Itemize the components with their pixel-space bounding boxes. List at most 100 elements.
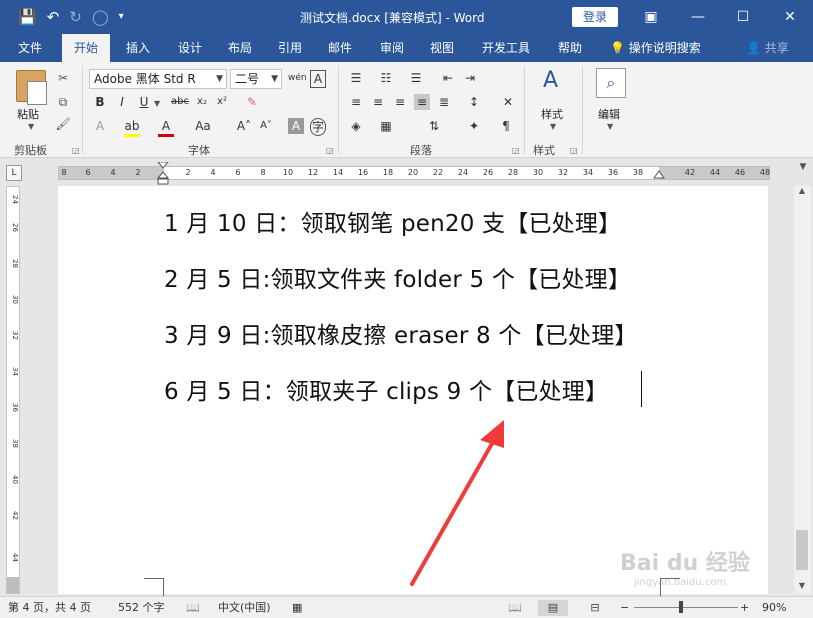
italic-icon[interactable]: I — [114, 94, 130, 110]
scroll-up-icon[interactable]: ▲ — [796, 186, 808, 195]
indent-marker-icon[interactable] — [156, 162, 170, 188]
enclose-characters-icon[interactable]: 字 — [310, 118, 326, 136]
maximize-icon[interactable]: ☐ — [733, 8, 753, 26]
tab-help[interactable]: 帮助 — [550, 34, 590, 62]
align-left-icon[interactable]: ≡ — [348, 94, 364, 110]
asian-layout-icon[interactable]: ✦ — [466, 118, 482, 134]
macro-recording-icon[interactable]: ▦ — [292, 600, 302, 616]
clipboard-launcher-icon[interactable]: ◲ — [72, 146, 80, 155]
format-painter-icon[interactable]: 🖌 — [54, 116, 72, 132]
paragraph-launcher-icon[interactable]: ◲ — [512, 146, 520, 155]
align-center-icon[interactable]: ≡ — [370, 94, 386, 110]
sort-icon[interactable]: ⇅ — [426, 118, 442, 134]
zoom-level[interactable]: 90% — [762, 600, 786, 616]
language[interactable]: 中文(中国) — [218, 600, 271, 616]
ribbon-display-icon[interactable]: ▣ — [641, 8, 661, 26]
editing-label[interactable]: 编辑 — [598, 106, 620, 122]
read-mode-icon[interactable]: 📖 — [506, 600, 524, 616]
tab-layout[interactable]: 布局 — [220, 34, 260, 62]
underline-icon[interactable]: U — [136, 94, 152, 110]
styles-dropdown-icon[interactable]: ▼ — [550, 122, 556, 131]
editing-dropdown-icon[interactable]: ▼ — [607, 122, 613, 131]
vertical-scrollbar[interactable]: ▲ ▼ — [794, 186, 811, 594]
web-layout-icon[interactable]: ⊟ — [586, 600, 604, 616]
document-page[interactable]: 1 月 10 日：领取钢笔 pen20 支【已处理】 2 月 5 日:领取文件夹… — [58, 186, 768, 596]
save-icon[interactable]: 💾 — [18, 7, 37, 27]
scrollbar-thumb[interactable] — [796, 530, 808, 570]
tab-mailings[interactable]: 邮件 — [320, 34, 360, 62]
decrease-indent-icon[interactable]: ⇤ — [440, 70, 456, 86]
tab-developer[interactable]: 开发工具 — [476, 34, 536, 62]
subscript-icon[interactable]: x₂ — [194, 94, 210, 110]
chinese-layout-icon[interactable]: ✕ — [500, 94, 516, 110]
login-button[interactable]: 登录 — [572, 7, 618, 27]
copy-icon[interactable]: ⧉ — [54, 94, 72, 110]
font-color-icon[interactable]: A — [158, 118, 174, 137]
styles-label[interactable]: 样式 — [541, 106, 563, 122]
view-ruler-icon[interactable]: ▼ — [796, 162, 810, 174]
superscript-icon[interactable]: x² — [214, 94, 230, 110]
document-line[interactable]: 3 月 9 日:领取橡皮擦 eraser 8 个【已处理】 — [164, 316, 638, 350]
tab-home[interactable]: 开始 — [62, 34, 110, 62]
close-icon[interactable]: ✕ — [780, 8, 800, 26]
show-marks-icon[interactable]: ¶ — [498, 118, 514, 134]
zoom-out-icon[interactable]: − — [620, 600, 629, 616]
search-icon[interactable]: ⌕ — [596, 68, 626, 98]
share-button[interactable]: 👤 共享 — [746, 34, 789, 62]
shrink-font-icon[interactable]: A˅ — [258, 118, 274, 134]
undo-icon[interactable]: ↶ — [47, 7, 60, 27]
tell-me-search[interactable]: 💡 操作说明搜索 — [610, 34, 701, 62]
character-shading-icon[interactable]: A — [288, 118, 304, 134]
bullets-icon[interactable]: ☰ — [348, 70, 364, 86]
document-line[interactable]: 1 月 10 日：领取钢笔 pen20 支【已处理】 — [164, 204, 621, 238]
change-case-icon[interactable]: Aa — [192, 118, 214, 134]
distributed-icon[interactable]: ≣ — [436, 94, 452, 110]
right-indent-marker-icon[interactable] — [652, 170, 666, 184]
paste-label[interactable]: 粘贴 — [17, 106, 39, 122]
justify-icon[interactable]: ≡ — [414, 94, 430, 110]
phonetic-guide-icon[interactable]: wén — [288, 70, 307, 86]
scroll-down-icon[interactable]: ▼ — [796, 581, 808, 590]
page-count[interactable]: 第 4 页，共 4 页 — [8, 600, 91, 616]
document-line[interactable]: 6 月 5 日：领取夹子 clips 9 个【已处理】 — [164, 372, 608, 406]
font-size-dropdown[interactable]: 二号 ▼ — [230, 69, 282, 89]
redo-icon[interactable]: ↻ — [69, 7, 82, 27]
tab-review[interactable]: 审阅 — [372, 34, 412, 62]
bold-icon[interactable]: B — [92, 94, 108, 110]
tab-insert[interactable]: 插入 — [118, 34, 158, 62]
cut-icon[interactable]: ✂ — [54, 70, 72, 86]
zoom-in-icon[interactable]: + — [740, 600, 749, 616]
minimize-icon[interactable]: — — [688, 8, 708, 26]
text-effects-icon[interactable]: A — [92, 118, 108, 134]
tab-references[interactable]: 引用 — [270, 34, 310, 62]
increase-indent-icon[interactable]: ⇥ — [462, 70, 478, 86]
multilevel-list-icon[interactable]: ☰ — [408, 70, 424, 86]
vertical-ruler[interactable]: 24 26 28 30 32 34 36 38 40 42 44 — [6, 186, 20, 594]
paste-icon[interactable] — [16, 70, 47, 105]
align-right-icon[interactable]: ≡ — [392, 94, 408, 110]
grow-font-icon[interactable]: A˄ — [236, 118, 252, 134]
tab-selector[interactable]: L — [6, 165, 22, 181]
zoom-slider[interactable] — [634, 607, 738, 608]
tab-file[interactable]: 文件 — [10, 34, 50, 62]
numbering-icon[interactable]: ☷ — [378, 70, 394, 86]
borders-icon[interactable]: ▦ — [378, 118, 394, 134]
line-spacing-icon[interactable]: ↕ — [466, 94, 482, 110]
styles-launcher-icon[interactable]: ◲ — [570, 146, 578, 155]
tab-design[interactable]: 设计 — [170, 34, 210, 62]
font-launcher-icon[interactable]: ◲ — [326, 146, 334, 155]
clear-formatting-icon[interactable]: ✎ — [244, 94, 260, 110]
tab-view[interactable]: 视图 — [422, 34, 462, 62]
shading-icon[interactable]: ◈ — [348, 118, 364, 134]
zoom-slider-thumb[interactable] — [678, 601, 683, 613]
character-border-icon[interactable]: A — [310, 70, 326, 88]
underline-dropdown-icon[interactable]: ▼ — [154, 99, 160, 108]
styles-icon[interactable]: A — [543, 68, 558, 93]
customize-qat-icon[interactable]: ▾ — [119, 7, 124, 27]
paste-dropdown-icon[interactable]: ▼ — [28, 122, 34, 131]
document-line[interactable]: 2 月 5 日:领取文件夹 folder 5 个【已处理】 — [164, 260, 631, 294]
repeat-icon[interactable]: ◯ — [92, 7, 109, 27]
print-layout-icon[interactable]: ▤ — [538, 600, 568, 616]
highlight-icon[interactable]: ab — [124, 118, 140, 137]
proofing-icon[interactable]: 📖 — [186, 600, 200, 616]
